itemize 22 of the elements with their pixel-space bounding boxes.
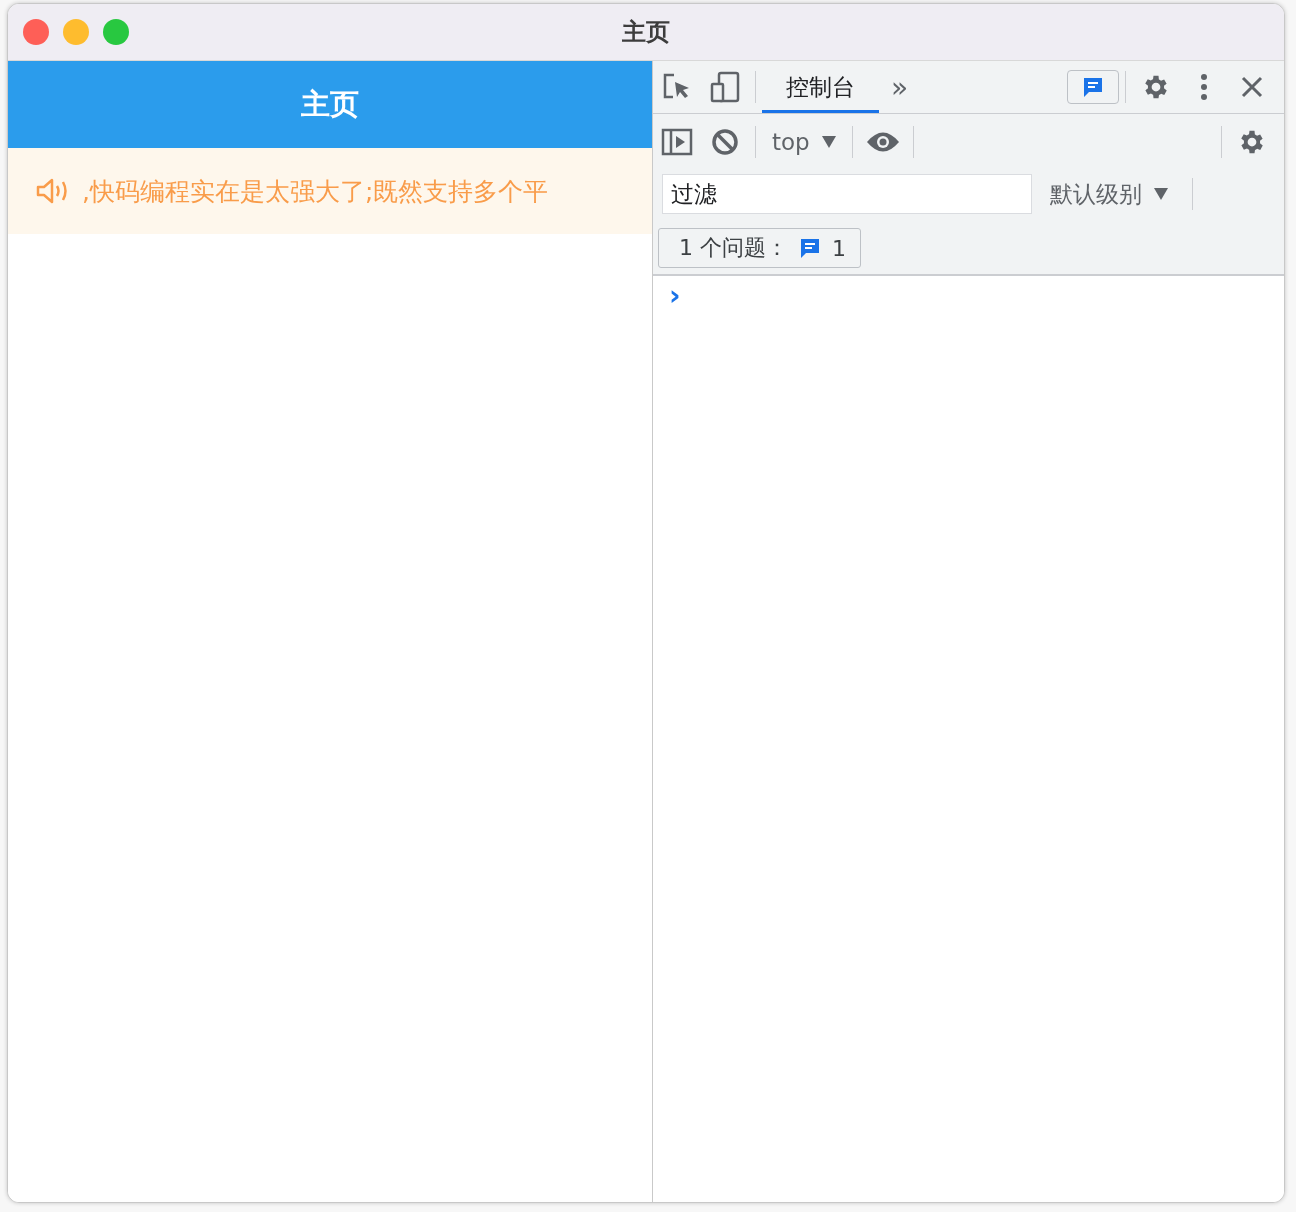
filter-field[interactable]: 过滤 [662,174,1032,214]
eye-icon [865,131,900,153]
page-title: 主页 [301,85,359,123]
issues-counter-button[interactable]: 1 个问题： 1 [658,228,861,268]
close-icon [1241,76,1263,98]
log-level-select[interactable]: 默认级别 [1032,178,1186,210]
console-prompt: › [669,279,681,312]
message-icon [798,236,822,260]
devices-icon [710,71,740,103]
speaker-icon [36,178,70,204]
block-icon [711,128,739,156]
notice-text: ,快码编程实在是太强大了;既然支持多个平 [82,175,549,208]
more-tabs-button[interactable]: » [885,69,915,105]
dropdown-arrow-icon [1154,188,1168,200]
close-window-button[interactable] [23,19,49,45]
sidebar-icon [661,128,693,156]
more-options-icon [1200,73,1208,101]
context-select[interactable]: top [762,129,846,155]
message-icon [1081,75,1105,99]
issues-button[interactable] [1067,70,1119,104]
dropdown-arrow-icon [821,136,836,148]
window-title: 主页 [622,17,670,48]
